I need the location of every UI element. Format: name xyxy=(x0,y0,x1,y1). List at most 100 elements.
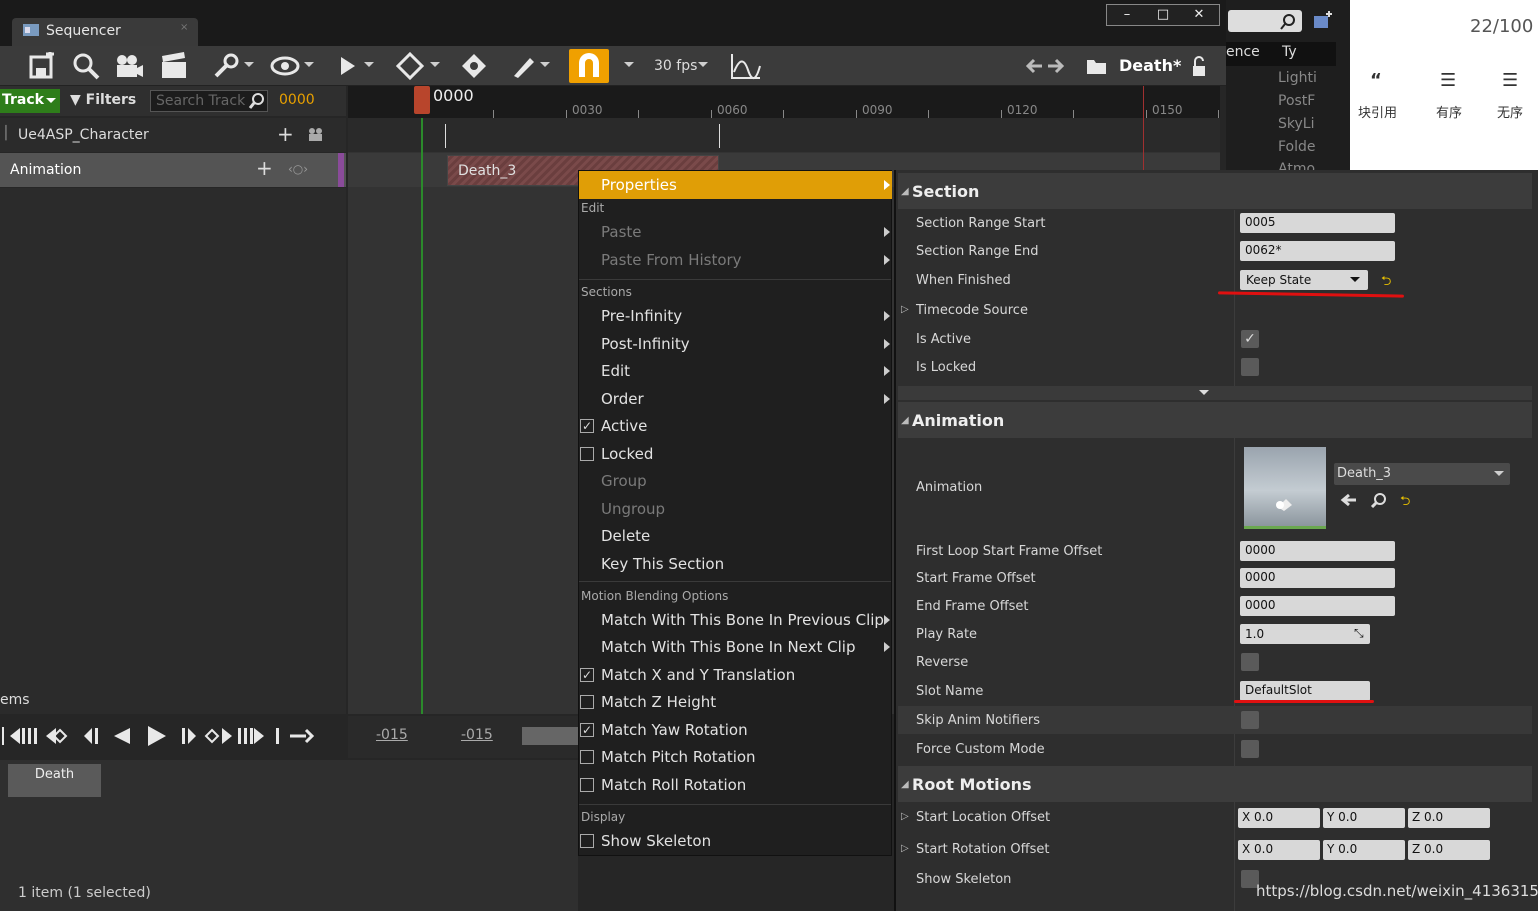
tab-close-icon[interactable]: × xyxy=(180,22,188,33)
chevron-down-icon[interactable] xyxy=(540,62,550,67)
outliner-item[interactable]: SkyLi xyxy=(1278,116,1314,132)
category-section[interactable] xyxy=(898,173,1532,209)
curve-editor-icon[interactable] xyxy=(730,52,762,80)
start-offset-input[interactable]: 0000 xyxy=(1240,568,1395,588)
force-custom-checkbox[interactable] xyxy=(1241,740,1259,758)
minimize-button[interactable]: – xyxy=(1109,7,1145,23)
chevron-down-icon[interactable] xyxy=(430,62,440,67)
close-button[interactable]: ✕ xyxy=(1181,7,1217,23)
column-divider[interactable] xyxy=(1234,210,1235,386)
menu-item-match-pitch[interactable]: Match Pitch Rotation xyxy=(601,748,756,766)
folder-icon[interactable] xyxy=(1086,56,1108,76)
filters-button[interactable]: ▼︎ Filters xyxy=(70,92,136,108)
key-icon[interactable] xyxy=(396,52,424,80)
loc-y-input[interactable]: Y 0.0 xyxy=(1323,808,1405,828)
play-icon[interactable] xyxy=(338,52,358,80)
use-selected-arrow-icon[interactable] xyxy=(1340,492,1358,508)
playhead-line[interactable] xyxy=(421,118,423,714)
ordered-list-label[interactable]: 有序 xyxy=(1436,102,1462,121)
quote-icon[interactable]: “ xyxy=(1370,70,1382,91)
chevron-down-icon[interactable] xyxy=(624,62,634,67)
menu-item-match-prev[interactable]: Match With This Bone In Previous Clip xyxy=(601,611,884,629)
snap-toggle-button[interactable] xyxy=(569,49,609,83)
menu-item-paste[interactable]: Paste xyxy=(601,223,642,241)
collapse-triangle-icon[interactable]: ◢ xyxy=(901,779,909,790)
add-icon[interactable] xyxy=(1310,10,1334,32)
rot-z-input[interactable]: Z 0.0 xyxy=(1408,840,1490,860)
unordered-list-label[interactable]: 无序 xyxy=(1497,102,1523,121)
collapse-triangle-icon[interactable]: ◢ xyxy=(901,186,909,197)
clapper-icon[interactable] xyxy=(160,52,188,80)
menu-item-post-infinity[interactable]: Post-Infinity xyxy=(601,335,690,353)
outliner-item[interactable]: Folde xyxy=(1278,139,1316,155)
fps-selector[interactable]: 30 fps xyxy=(654,58,697,74)
menu-item-delete[interactable]: Delete xyxy=(601,527,650,545)
current-frame-field[interactable]: 0000 xyxy=(279,92,315,108)
reset-icon[interactable]: ⮌ xyxy=(1381,272,1391,294)
end-offset-input[interactable]: 0000 xyxy=(1240,596,1395,616)
menu-item-paste-history[interactable]: Paste From History xyxy=(601,251,742,269)
eye-icon[interactable] xyxy=(270,52,300,80)
match-yaw-checkbox[interactable]: ✓ xyxy=(580,723,594,737)
quote-button-label[interactable]: 块引用 xyxy=(1358,102,1397,121)
locked-checkbox[interactable] xyxy=(580,447,594,461)
maximize-button[interactable]: □ xyxy=(1145,7,1181,23)
outliner-tab[interactable]: ence xyxy=(1226,44,1260,60)
menu-item-ungroup[interactable]: Ungroup xyxy=(601,500,665,518)
active-checkbox[interactable]: ✓ xyxy=(580,419,594,433)
menu-item-key-section[interactable]: Key This Section xyxy=(601,555,724,573)
track-lane-character[interactable] xyxy=(348,118,1220,152)
rot-x-input[interactable]: X 0.0 xyxy=(1238,840,1320,860)
animation-thumbnail[interactable] xyxy=(1244,447,1326,529)
camera-icon[interactable] xyxy=(114,52,144,80)
add-icon[interactable]: + xyxy=(277,122,294,146)
pencil-icon[interactable] xyxy=(510,52,538,80)
key-navigation-icon[interactable]: ‹○› xyxy=(288,162,308,176)
match-xy-checkbox[interactable]: ✓ xyxy=(580,668,594,682)
menu-item-locked[interactable]: Locked xyxy=(601,445,653,463)
menu-item-match-xy[interactable]: Match X and Y Translation xyxy=(601,666,795,684)
wrench-icon[interactable] xyxy=(212,52,240,80)
menu-item-show-skeleton[interactable]: Show Skeleton xyxy=(601,832,711,850)
outliner-item[interactable]: PostF xyxy=(1278,93,1315,109)
loc-x-input[interactable]: X 0.0 xyxy=(1238,808,1320,828)
when-finished-dropdown[interactable]: Keep State xyxy=(1240,270,1368,290)
outliner-tab[interactable]: Ty xyxy=(1282,44,1297,60)
range-start-field[interactable]: -015 xyxy=(376,727,408,743)
key-all-icon[interactable] xyxy=(460,52,488,80)
chevron-down-icon[interactable] xyxy=(244,62,254,67)
add-track-button[interactable]: Track xyxy=(0,89,60,113)
menu-item-edit[interactable]: Edit xyxy=(601,362,630,380)
loc-z-input[interactable]: Z 0.0 xyxy=(1408,808,1490,828)
menu-item-group[interactable]: Group xyxy=(601,472,647,490)
selection-start-marker[interactable] xyxy=(445,124,446,148)
range-end-field[interactable]: -015 xyxy=(461,727,493,743)
reverse-checkbox[interactable] xyxy=(1241,653,1259,671)
save-icon[interactable] xyxy=(28,52,56,80)
search-icon[interactable] xyxy=(72,52,100,80)
add-icon[interactable]: + xyxy=(256,156,273,180)
menu-item-match-yaw[interactable]: Match Yaw Rotation xyxy=(601,721,748,739)
menu-item-match-roll[interactable]: Match Roll Rotation xyxy=(601,776,746,794)
chevron-down-icon[interactable] xyxy=(304,62,314,67)
match-pitch-checkbox[interactable] xyxy=(580,750,594,764)
chevron-down-icon[interactable] xyxy=(364,62,374,67)
match-z-checkbox[interactable] xyxy=(580,695,594,709)
range-start-input[interactable]: 0005 xyxy=(1240,213,1395,233)
forward-arrow-icon[interactable] xyxy=(1046,56,1066,76)
menu-item-pre-infinity[interactable]: Pre-Infinity xyxy=(601,307,682,325)
outliner-item[interactable]: Lighti xyxy=(1278,70,1317,86)
first-loop-input[interactable]: 0000 xyxy=(1240,541,1395,561)
lock-icon[interactable] xyxy=(1190,56,1210,78)
menu-item-order[interactable]: Order xyxy=(601,390,644,408)
expand-triangle-icon[interactable]: ▷ xyxy=(901,811,909,822)
ordered-list-icon[interactable]: ☰ xyxy=(1440,70,1456,91)
asset-thumbnail[interactable]: Death xyxy=(8,764,101,797)
play-rate-input[interactable]: 1.0 ⤡ xyxy=(1240,624,1370,644)
column-divider[interactable] xyxy=(1234,802,1235,911)
menu-item-active[interactable]: Active xyxy=(601,417,647,435)
show-skeleton-checkbox[interactable] xyxy=(580,834,594,848)
animation-asset-dropdown[interactable]: Death_3 xyxy=(1334,463,1510,485)
advanced-expander[interactable] xyxy=(898,386,1532,400)
rot-y-input[interactable]: Y 0.0 xyxy=(1323,840,1405,860)
